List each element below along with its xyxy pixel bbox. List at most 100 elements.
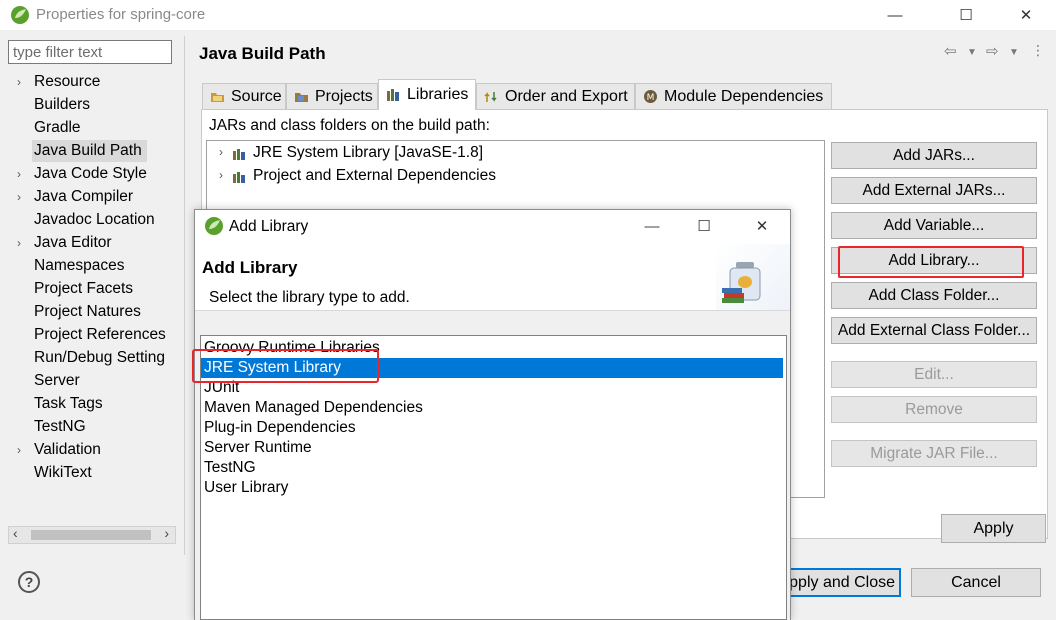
add-library-highlight [838,246,1024,278]
add-external-jars-button[interactable]: Add External JARs... [831,177,1037,204]
dialog-subtitle: Select the library type to add. [209,289,410,306]
close-icon: ✕ [755,218,769,235]
expand-chevron-icon[interactable]: › [17,186,21,208]
back-arrow-icon[interactable]: ⇦ [944,42,957,60]
close-button[interactable]: ✕ [1003,0,1049,30]
order-export-icon [483,89,499,105]
expand-chevron-icon[interactable]: › [17,232,21,254]
library-jar-icon [722,262,761,303]
expand-chevron-icon[interactable]: › [17,163,21,185]
view-menu-icon[interactable]: ⋮ [1031,42,1045,59]
nav-item-label: WikiText [34,464,92,481]
dialog-heading: Add Library [202,258,298,277]
nav-item[interactable]: Gradle [34,117,81,139]
migrate-jar-button[interactable]: Migrate JAR File... [831,440,1037,467]
dialog-title: Add Library [229,218,309,235]
nav-item-label: Run/Debug Setting [34,349,165,366]
cancel-button[interactable]: Cancel [911,568,1041,597]
tab-module-dependencies[interactable]: M Module Dependencies [635,83,832,109]
add-variable-button[interactable]: Add Variable... [831,212,1037,239]
nav-item[interactable]: › Validation [17,439,101,461]
nav-item[interactable]: Java Build Path [32,140,147,162]
scroll-right-icon[interactable]: › [164,525,169,541]
library-type-item[interactable]: Maven Managed Dependencies [204,398,423,418]
minimize-button[interactable]: — [872,0,918,30]
nav-item-label: Task Tags [34,395,103,412]
filter-input[interactable] [8,40,172,64]
library-type-item[interactable]: Plug-in Dependencies [204,418,356,438]
forward-arrow-icon[interactable]: ⇨ [986,42,999,60]
tab-libraries[interactable]: Libraries [378,79,476,110]
dialog-maximize-button[interactable]: ☐ [681,211,727,241]
maximize-icon: ☐ [697,218,711,235]
dialog-minimize-button[interactable]: — [629,211,675,241]
nav-item[interactable]: TestNG [34,416,86,438]
nav-item-label: Java Editor [34,234,112,251]
nav-item[interactable]: Builders [34,94,90,116]
library-type-item[interactable]: TestNG [204,458,256,478]
nav-item[interactable]: Project Facets [34,278,133,300]
build-path-entry[interactable]: › JRE System Library [JavaSE-1.8] [219,144,483,162]
window-title: Properties for spring-core [36,6,206,23]
nav-item-label: Server [34,372,80,389]
edit-button[interactable]: Edit... [831,361,1037,388]
nav-item[interactable]: Project Natures [34,301,141,323]
add-class-folder-button[interactable]: Add Class Folder... [831,282,1037,309]
jars-label: JARs and class folders on the build path… [209,117,490,134]
jre-highlight [192,349,379,383]
add-external-class-folder-button[interactable]: Add External Class Folder... [831,317,1037,344]
eclipse-spring-icon [205,217,223,235]
dialog-close-button[interactable]: ✕ [739,211,785,241]
projects-icon [293,89,309,105]
nav-item[interactable]: Project References [34,324,166,346]
module-icon: M [642,89,658,105]
nav-item-label: Gradle [34,119,81,136]
forward-dropdown-icon[interactable]: ▼ [1009,47,1019,58]
nav-item[interactable]: Task Tags [34,393,103,415]
nav-item-label: Javadoc Location [34,211,155,228]
nav-item-label: Resource [34,73,101,90]
expand-chevron-icon[interactable]: › [219,168,223,182]
nav-item[interactable]: › Java Compiler [17,186,133,208]
add-jars-button[interactable]: Add JARs... [831,142,1037,169]
nav-item-label: Validation [34,441,101,458]
nav-item-label: Namespaces [34,257,125,274]
nav-item[interactable]: Server [34,370,80,392]
maximize-button[interactable]: ☐ [943,0,989,30]
library-type-item[interactable]: User Library [204,478,288,498]
nav-item[interactable]: › Resource [17,71,101,93]
close-icon: ✕ [1019,7,1033,24]
expand-chevron-icon[interactable]: › [17,71,21,93]
maximize-icon: ☐ [959,7,973,24]
build-path-entry[interactable]: › Project and External Dependencies [219,167,496,185]
nav-item-label: Project References [34,326,166,343]
nav-item[interactable]: WikiText [34,462,92,484]
expand-chevron-icon[interactable]: › [17,439,21,461]
source-folder-icon [209,89,225,105]
apply-button[interactable]: Apply [941,514,1046,543]
back-dropdown-icon[interactable]: ▼ [967,47,977,58]
tab-projects[interactable]: Projects [286,83,378,109]
nav-item[interactable]: Namespaces [34,255,124,277]
nav-item-label: Project Natures [34,303,141,320]
scroll-left-icon[interactable]: ‹ [13,525,18,541]
remove-button[interactable]: Remove [831,396,1037,423]
library-type-item[interactable]: Server Runtime [204,438,312,458]
nav-item-label: Java Code Style [34,165,147,182]
tab-source[interactable]: Source [202,83,286,109]
tree-horizontal-scrollbar[interactable]: ‹ › [8,525,176,544]
scrollbar-thumb[interactable] [31,530,151,540]
nav-item[interactable]: Run/Debug Setting [34,347,165,369]
help-icon[interactable]: ? [18,571,40,593]
nav-item-label: Java Build Path [34,142,142,159]
tab-order-and-export[interactable]: Order and Export [476,83,635,109]
library-container-icon [233,172,245,183]
nav-item[interactable]: › Java Editor [17,232,112,254]
nav-item-label: Project Facets [34,280,134,297]
pane-divider[interactable] [184,36,185,586]
expand-chevron-icon[interactable]: › [219,145,223,159]
nav-item[interactable]: › Java Code Style [17,163,147,185]
nav-item-label: TestNG [34,418,86,435]
nav-item[interactable]: Javadoc Location [34,209,155,231]
eclipse-spring-icon [11,6,29,24]
